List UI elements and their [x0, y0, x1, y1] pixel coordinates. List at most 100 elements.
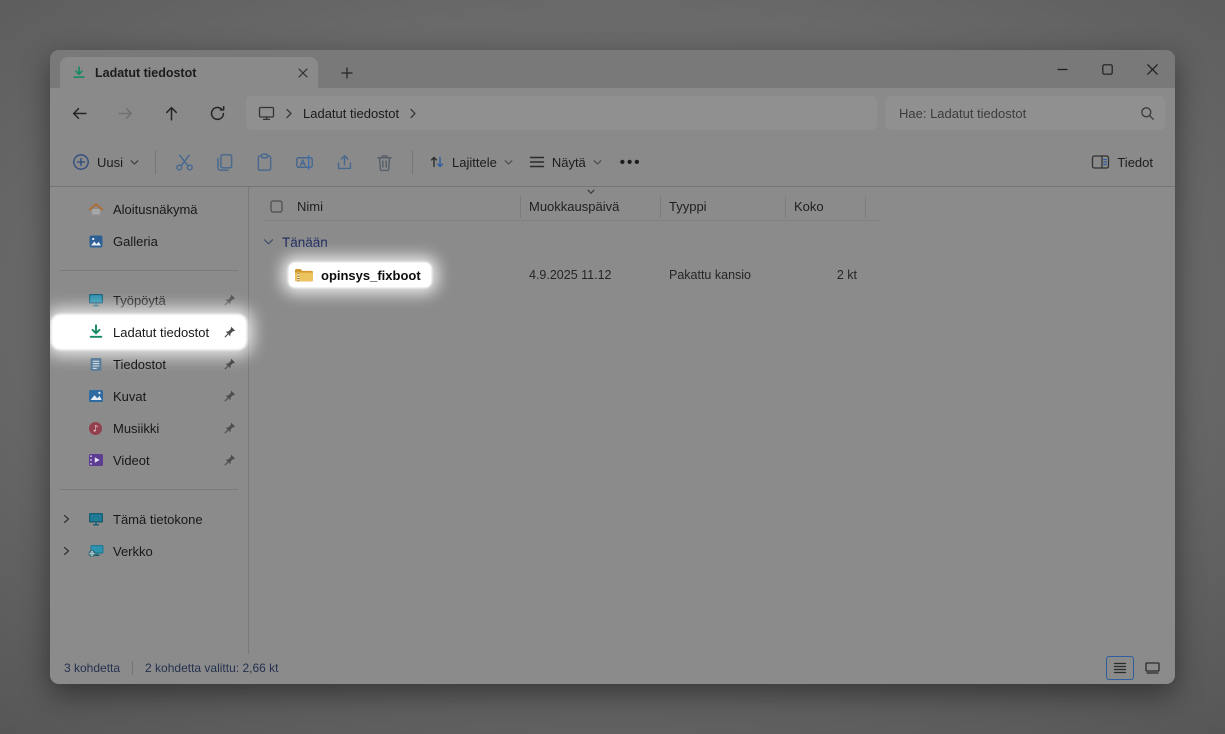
sidebar-item-label: Tiedostot [113, 357, 166, 372]
new-tab-button[interactable] [330, 57, 364, 88]
sidebar-item-label: Kuvat [113, 389, 146, 404]
status-divider [132, 661, 133, 675]
sidebar-divider [60, 270, 238, 271]
file-type: Pakattu kansio [661, 268, 786, 282]
sidebar-item-network[interactable]: Verkko [53, 535, 245, 567]
select-all-checkbox[interactable] [263, 196, 289, 218]
home-icon [87, 201, 104, 218]
tab-title: Ladatut tiedostot [95, 66, 289, 80]
sidebar: Aloitusnäkymä Galleria Työpöytä [50, 187, 249, 654]
sidebar-item-label: Tämä tietokone [113, 512, 203, 527]
group-header-today[interactable]: Tänään [263, 225, 1175, 259]
tab-ladatut-tiedostot[interactable]: Ladatut tiedostot [60, 57, 318, 88]
details-pane-icon [1091, 154, 1110, 170]
sidebar-item-desktop[interactable]: Työpöytä [53, 284, 245, 316]
zip-folder-icon [294, 267, 314, 283]
pin-icon [224, 422, 236, 434]
sidebar-item-label: Aloitusnäkymä [113, 202, 198, 217]
rename-button[interactable] [284, 144, 324, 180]
view-button[interactable]: Näytä [521, 144, 610, 180]
chevron-down-icon [130, 159, 139, 166]
file-modified: 4.9.2025 11.12 [521, 268, 661, 282]
file-explorer-window: Ladatut tiedostot [50, 50, 1175, 684]
up-button[interactable] [148, 95, 194, 131]
chevron-down-icon [593, 159, 602, 166]
new-button[interactable]: Uusi [64, 144, 147, 180]
sidebar-item-documents[interactable]: Tiedostot [53, 348, 245, 380]
chevron-right-icon[interactable] [285, 108, 293, 119]
column-header-modified[interactable]: Muokkauspäivä [521, 196, 661, 218]
close-button[interactable] [1130, 50, 1175, 88]
plus-circle-icon [72, 153, 90, 171]
column-header-name[interactable]: Nimi [289, 196, 521, 218]
sidebar-item-music[interactable]: ♪ Musiikki [53, 412, 245, 444]
sidebar-item-videos[interactable]: Videot [53, 444, 245, 476]
chevron-right-icon[interactable] [409, 108, 417, 119]
sidebar-item-label: Verkko [113, 544, 153, 559]
search-input[interactable] [897, 105, 1140, 122]
pin-icon [224, 390, 236, 402]
sidebar-item-this-pc[interactable]: Tämä tietokone [53, 503, 245, 535]
command-toolbar: Uusi [50, 138, 1175, 187]
window-body: Aloitusnäkymä Galleria Työpöytä [50, 187, 1175, 654]
sidebar-item-downloads[interactable]: Ladatut tiedostot [53, 316, 245, 348]
this-pc-icon [258, 106, 275, 121]
downloads-icon [72, 66, 86, 80]
chevron-down-icon[interactable] [263, 238, 274, 246]
new-button-label: Uusi [97, 155, 123, 170]
search-icon [1140, 106, 1155, 121]
minimize-button[interactable] [1040, 50, 1085, 88]
this-pc-icon [87, 511, 104, 528]
refresh-button[interactable] [194, 95, 240, 131]
search-box[interactable] [885, 96, 1165, 130]
file-highlight-annotation[interactable]: opinsys_fixboot [289, 263, 431, 287]
sort-button[interactable]: Lajittele [421, 144, 521, 180]
chevron-down-icon [504, 159, 513, 166]
sort-button-label: Lajittele [452, 155, 497, 170]
cut-button[interactable] [164, 144, 204, 180]
thumbnail-view-toggle[interactable] [1139, 657, 1165, 679]
paste-button[interactable] [244, 144, 284, 180]
file-name-cell[interactable]: opinsys_fixboot [289, 263, 521, 287]
window-controls [1040, 50, 1175, 88]
tab-bar: Ladatut tiedostot [50, 50, 1175, 88]
details-pane-button[interactable]: Tiedot [1083, 144, 1161, 180]
toolbar-divider [155, 150, 156, 174]
sidebar-item-label: Työpöytä [113, 293, 166, 308]
screenshot-stage: Ladatut tiedostot [0, 0, 1225, 734]
delete-button[interactable] [364, 144, 404, 180]
sidebar-divider [60, 489, 238, 490]
sort-direction-icon [586, 189, 595, 195]
file-row[interactable]: opinsys_fixboot 4.9.2025 11.12 Pakattu k… [263, 259, 1175, 291]
pin-icon [224, 294, 236, 306]
downloads-icon [87, 324, 104, 341]
address-bar[interactable]: Ladatut tiedostot [246, 96, 877, 130]
column-header-size[interactable]: Koko [786, 196, 866, 218]
tab-close-icon[interactable] [298, 68, 308, 78]
pin-icon [224, 358, 236, 370]
forward-button[interactable] [102, 95, 148, 131]
expand-chevron-icon[interactable] [63, 546, 70, 556]
expand-chevron-icon[interactable] [63, 514, 70, 524]
copy-button[interactable] [204, 144, 244, 180]
share-button[interactable] [324, 144, 364, 180]
file-size: 2 kt [786, 268, 866, 282]
maximize-button[interactable] [1085, 50, 1130, 88]
details-pane-label: Tiedot [1117, 155, 1153, 170]
gallery-icon [87, 233, 104, 250]
group-label: Tänään [282, 235, 328, 250]
selection-summary: 2 kohdetta valittu: 2,66 kt [145, 661, 278, 675]
column-header-type[interactable]: Tyyppi [661, 196, 786, 218]
more-options-button[interactable]: ••• [610, 154, 652, 171]
music-icon: ♪ [87, 420, 104, 437]
pin-icon [224, 326, 236, 338]
details-view-toggle[interactable] [1106, 656, 1134, 680]
breadcrumb-item[interactable]: Ladatut tiedostot [303, 106, 399, 121]
svg-text:♪: ♪ [93, 424, 99, 434]
sidebar-item-pictures[interactable]: Kuvat [53, 380, 245, 412]
item-count: 3 kohdetta [64, 661, 120, 675]
sidebar-item-home[interactable]: Aloitusnäkymä [53, 193, 245, 225]
list-lines-icon [529, 155, 545, 169]
sidebar-item-gallery[interactable]: Galleria [53, 225, 245, 257]
back-button[interactable] [56, 95, 102, 131]
